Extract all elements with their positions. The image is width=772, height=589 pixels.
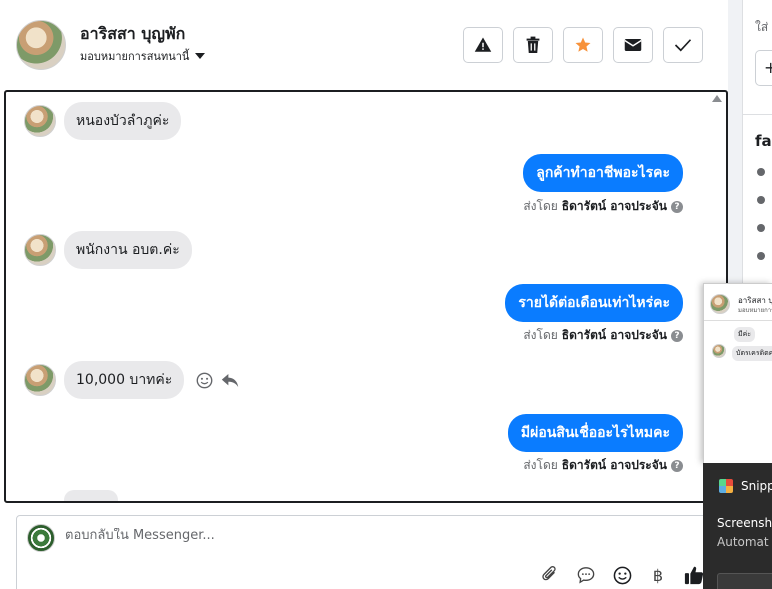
assign-conversation-dropdown[interactable]: มอบหมายการสนทนานี้ <box>80 47 206 65</box>
add-label-button[interactable]: + <box>755 50 772 86</box>
mark-done-button[interactable] <box>663 27 703 63</box>
help-icon[interactable]: ? <box>671 329 683 342</box>
sent-by-agent: ธิดารัตน์ อาจประจัน <box>561 328 667 342</box>
incoming-bubble-partial <box>64 490 118 501</box>
scroll-up-arrow-icon[interactable] <box>712 95 722 102</box>
toast-title: Screensh <box>717 516 772 530</box>
sidebar-partial-text: ใส่ <box>755 20 769 34</box>
saved-replies-button[interactable] <box>575 564 597 586</box>
message-incoming: พนักงาน อบต.ค่ะ <box>24 231 192 269</box>
briefcase-icon <box>757 196 765 204</box>
reply-arrow-icon[interactable] <box>221 373 239 388</box>
star-icon <box>575 37 591 52</box>
attach-button[interactable] <box>539 564 561 586</box>
delete-button[interactable] <box>513 27 553 63</box>
outgoing-bubble[interactable]: มีผ่อนสินเชื่ออะไรไหมคะ <box>507 414 683 452</box>
snipping-tool-icon <box>719 479 733 493</box>
caret-down-icon <box>195 53 206 59</box>
chat-bubble-icon <box>577 567 595 584</box>
thumbs-up-icon <box>684 566 704 585</box>
contact-avatar-small <box>24 105 56 137</box>
emoji-button[interactable] <box>611 564 633 586</box>
message-outgoing: รายได้ต่อเดือนเท่าไหร่คะ <box>505 284 683 322</box>
contact-name[interactable]: อาริสสา บุญพัก <box>80 22 185 47</box>
baht-icon: ฿ <box>652 565 664 585</box>
trash-icon <box>526 36 540 53</box>
location-pin-icon <box>757 252 765 260</box>
snipping-tool-toast[interactable]: Snipp Screensh Automat <box>703 463 772 589</box>
sent-by-agent: ธิดารัตน์ อาจประจัน <box>561 458 667 472</box>
message-incoming: หนองบัวลำภูค่ะ <box>24 102 182 140</box>
preview-avatar-small <box>712 344 726 358</box>
composer-tools: ฿ <box>539 564 705 586</box>
header-actions <box>463 27 703 63</box>
help-icon[interactable]: ? <box>671 200 683 213</box>
envelope-icon <box>624 39 642 51</box>
contact-avatar-small <box>24 364 56 396</box>
sidebar-section-title: fac <box>755 132 772 150</box>
sent-by-prefix: ส่งโดย <box>523 199 558 213</box>
follow-up-star-button[interactable] <box>563 27 603 63</box>
clock-icon <box>757 168 765 176</box>
contact-avatar-small <box>24 234 56 266</box>
message-thread[interactable]: หนองบัวลำภูค่ะ ลูกค้าทำอาชีพอะไรคะ ส่งโด… <box>4 90 728 503</box>
incoming-bubble[interactable]: หนองบัวลำภูค่ะ <box>64 102 182 140</box>
message-incoming: 10,000 บาทค่ะ <box>24 361 239 399</box>
send-like-button[interactable] <box>683 564 705 586</box>
sent-by-agent: ธิดารัตน์ อาจประจัน <box>561 199 667 213</box>
preview-assign-label: มอบหมายการ <box>738 307 772 314</box>
preview-bubble: บัตรเครดิตค <box>732 346 772 361</box>
payment-baht-button[interactable]: ฿ <box>647 564 669 586</box>
preview-avatar <box>710 294 730 314</box>
conversation-header: อาริสสา บุญพัก มอบหมายการสนทนานี้ <box>0 0 728 88</box>
reply-composer: ฿ <box>16 515 728 589</box>
assign-label: มอบหมายการสนทนานี้ <box>80 50 190 63</box>
warning-icon <box>474 37 492 52</box>
graduation-cap-icon <box>757 224 765 232</box>
help-icon[interactable]: ? <box>671 459 683 472</box>
emoji-react-icon[interactable] <box>196 372 213 389</box>
smiley-icon <box>613 566 631 584</box>
reply-input[interactable] <box>65 528 465 543</box>
mark-unread-button[interactable] <box>613 27 653 63</box>
message-outgoing: มีผ่อนสินเชื่ออะไรไหมคะ <box>507 414 683 452</box>
sent-by-line: ส่งโดย ธิดารัตน์ อาจประจัน ? <box>523 197 683 216</box>
preview-bubble: มีค่ะ <box>734 327 756 342</box>
notification-preview[interactable]: อาริสสา บุ มอบหมายการ มีค่ะ บัตรเครดิตค <box>703 283 772 463</box>
incoming-bubble[interactable]: พนักงาน อบต.ค่ะ <box>64 231 192 269</box>
contact-avatar[interactable] <box>16 20 66 70</box>
preview-divider <box>704 320 772 321</box>
toast-body: Automat <box>717 535 769 549</box>
paperclip-icon <box>542 566 556 581</box>
outgoing-bubble[interactable]: ลูกค้าทำอาชีพอะไรคะ <box>523 154 683 192</box>
incoming-bubble[interactable]: 10,000 บาทค่ะ <box>64 361 185 399</box>
page-avatar <box>27 524 55 552</box>
outgoing-bubble[interactable]: รายได้ต่อเดือนเท่าไหร่คะ <box>505 284 683 322</box>
sent-by-line: ส่งโดย ธิดารัตน์ อาจประจัน ? <box>523 326 683 345</box>
mark-spam-button[interactable] <box>463 27 503 63</box>
sidebar-divider <box>743 114 772 115</box>
message-outgoing: ลูกค้าทำอาชีพอะไรคะ <box>523 154 683 192</box>
checkmark-icon <box>674 39 692 52</box>
message-tools <box>196 372 239 389</box>
toast-action-button[interactable] <box>717 573 772 589</box>
sent-by-prefix: ส่งโดย <box>523 458 558 472</box>
toast-app-name: Snipp <box>741 479 772 493</box>
sent-by-line: ส่งโดย ธิดารัตน์ อาจประจัน ? <box>523 456 683 475</box>
sent-by-prefix: ส่งโดย <box>523 328 558 342</box>
